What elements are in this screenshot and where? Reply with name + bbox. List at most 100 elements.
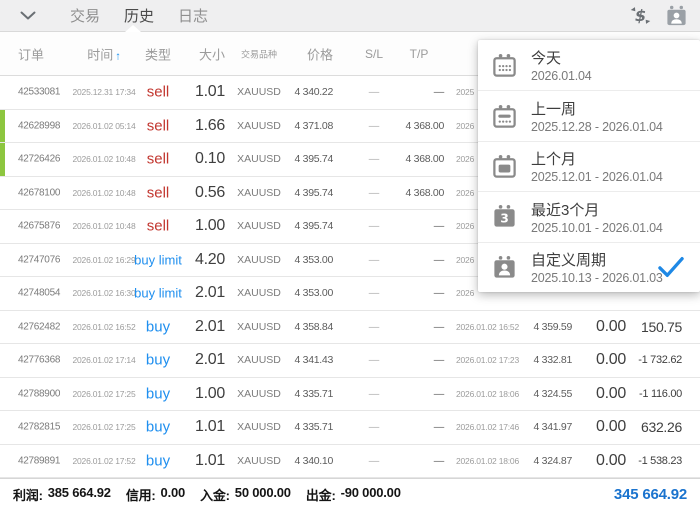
calendar-custom-icon xyxy=(494,255,515,278)
menu-item-text: 上个月 2025.12.01 - 2026.01.04 xyxy=(531,148,663,184)
period-menu-item[interactable]: 3 上个月 2025.12.01 - 2026.01.04 xyxy=(478,140,700,191)
symbol: XAUUSD xyxy=(237,421,281,434)
order-id: 42748054 xyxy=(18,287,61,299)
tp-value: — xyxy=(433,86,445,99)
table-row[interactable]: 42788900 2026.01.02 17:25 buy 1.00 XAUUS… xyxy=(0,377,700,411)
order-id: 42776368 xyxy=(18,354,61,366)
tp-value: — xyxy=(433,253,445,266)
header-order: 订单 xyxy=(18,47,45,62)
profit-value: -1 538.23 xyxy=(638,454,682,467)
calendar-today-icon xyxy=(493,53,516,77)
summary-bar: 利润: 385 664.92 信用: 0.00 入金: 50 000.00 出金: -9… xyxy=(0,478,700,509)
menu-item-text: 上一周 2025.12.28 - 2026.01.04 xyxy=(531,98,663,134)
close-time: 2026.01.02 17:23 xyxy=(456,355,519,366)
chevron-down-icon[interactable] xyxy=(20,7,38,25)
order-type: sell xyxy=(146,150,170,168)
open-time: 2026.01.02 17:52 xyxy=(72,455,136,466)
period-menu-item[interactable]: 3 上一周 2025.12.28 - 2026.01.04 xyxy=(478,90,700,140)
credit-total: 0.00 xyxy=(160,484,186,500)
period-menu-item[interactable]: 3 今天 2026.01.04 xyxy=(478,40,700,90)
topbar-actions: $ xyxy=(629,4,688,27)
order-id: 42789891 xyxy=(18,455,61,467)
menu-item-label: 今天 xyxy=(531,50,562,68)
volume: 4.20 xyxy=(195,250,225,268)
order-type: buy xyxy=(145,385,171,403)
sl-value: — xyxy=(368,186,380,199)
close-price: 4 324.55 xyxy=(533,387,573,400)
open-time: 2026.01.02 17:25 xyxy=(72,388,136,399)
sort-ascending-icon: ↑ xyxy=(115,50,121,62)
close-price: 4 332.81 xyxy=(533,354,573,367)
volume: 1.66 xyxy=(195,116,225,134)
calendar-3months-icon: 3 xyxy=(494,205,515,227)
menu-item-range: 2026.01.04 xyxy=(531,69,592,84)
order-id: 42533081 xyxy=(18,86,61,98)
swap-value: 0.00 xyxy=(596,351,626,369)
withdrawal-total: -90 000.00 xyxy=(340,484,401,500)
header-symbol: 交易品种 xyxy=(240,49,277,59)
sl-value: — xyxy=(368,86,380,99)
order-type: sell xyxy=(146,117,170,135)
currency-exchange-icon[interactable]: $ xyxy=(629,4,652,27)
order-type: sell xyxy=(146,217,170,235)
menu-item-label: 最近3个月 xyxy=(531,201,600,219)
calendar-month-icon xyxy=(493,154,516,178)
header-size: 大小 xyxy=(198,47,225,62)
table-row[interactable]: 42776368 2026.01.02 17:14 buy 2.01 XAUUS… xyxy=(0,344,700,378)
menu-item-range: 2025.12.01 - 2026.01.04 xyxy=(531,170,663,185)
header-time[interactable]: 时间 ↑ xyxy=(72,44,136,63)
swap-value: 0.00 xyxy=(596,384,626,402)
tp-value: — xyxy=(433,354,445,367)
order-id: 42675876 xyxy=(18,220,61,232)
table-row[interactable]: 42762482 2026.01.02 16:52 buy 2.01 XAUUS… xyxy=(0,310,700,344)
close-time: 2026.01.02 17:46 xyxy=(456,422,519,433)
sl-value: — xyxy=(368,354,380,367)
tp-value: — xyxy=(433,320,445,333)
open-time: 2026.01.02 10:48 xyxy=(72,187,136,198)
header-type: 类型 xyxy=(144,47,171,62)
order-id: 42678100 xyxy=(18,187,61,199)
volume: 1.01 xyxy=(195,83,225,101)
profit-total: 385 664.92 xyxy=(47,484,111,500)
order-id: 42726426 xyxy=(18,153,61,165)
symbol: XAUUSD xyxy=(237,220,281,233)
open-price: 4 371.08 xyxy=(294,119,334,132)
topbar: 交易 历史 日志 $ xyxy=(0,0,700,32)
table-row[interactable]: 42782815 2026.01.02 17:25 buy 1.01 XAUUS… xyxy=(0,411,700,445)
open-price: 4 340.22 xyxy=(294,86,334,99)
sl-value: — xyxy=(368,153,380,166)
period-menu-item[interactable]: 3 最近3个月 2025.10.01 - 2026.01.04 xyxy=(478,191,700,241)
order-type: sell xyxy=(146,184,170,202)
close-time: 2026.01.02 16:52 xyxy=(456,321,519,332)
order-type: buy xyxy=(145,452,171,470)
open-time: 2026.01.02 16:30 xyxy=(72,288,136,299)
open-time: 2026.01.02 10:48 xyxy=(72,221,136,232)
open-price: 4 358.84 xyxy=(294,320,334,333)
symbol: XAUUSD xyxy=(237,86,281,99)
swap-value: 0.00 xyxy=(596,418,626,436)
sl-value: — xyxy=(368,421,380,434)
close-price: 4 341.97 xyxy=(533,421,573,434)
sl-value: — xyxy=(368,454,380,467)
profit-value: 150.75 xyxy=(640,318,682,335)
menu-item-icon: 3 xyxy=(491,203,518,230)
profit-label: 利润: xyxy=(13,487,43,503)
custom-period-icon[interactable] xyxy=(665,4,688,27)
menu-item-range: 2025.12.28 - 2026.01.04 xyxy=(531,120,663,135)
period-menu-item[interactable]: 3 自定义周期 2025.10.13 - 2026.01.03 xyxy=(478,241,700,292)
tp-value: — xyxy=(433,220,445,233)
table-row[interactable]: 42789891 2026.01.02 17:52 buy 1.01 XAUUS… xyxy=(0,444,700,478)
menu-item-icon: 3 xyxy=(491,103,518,130)
balance-total: 345 664.92 xyxy=(613,485,687,503)
tab[interactable]: 历史 xyxy=(124,5,154,26)
open-time: 2026.01.02 16:29 xyxy=(72,254,136,265)
open-time: 2026.01.02 10:48 xyxy=(72,154,136,165)
volume: 0.10 xyxy=(195,150,225,168)
menu-item-label: 上一周 xyxy=(531,101,577,119)
profit-value: -1 116.00 xyxy=(639,387,682,400)
sl-value: — xyxy=(368,387,380,400)
tab[interactable]: 交易 xyxy=(70,5,100,26)
order-id: 42628998 xyxy=(18,120,61,132)
close-price: 4 359.59 xyxy=(533,320,573,333)
tab[interactable]: 日志 xyxy=(178,5,208,26)
